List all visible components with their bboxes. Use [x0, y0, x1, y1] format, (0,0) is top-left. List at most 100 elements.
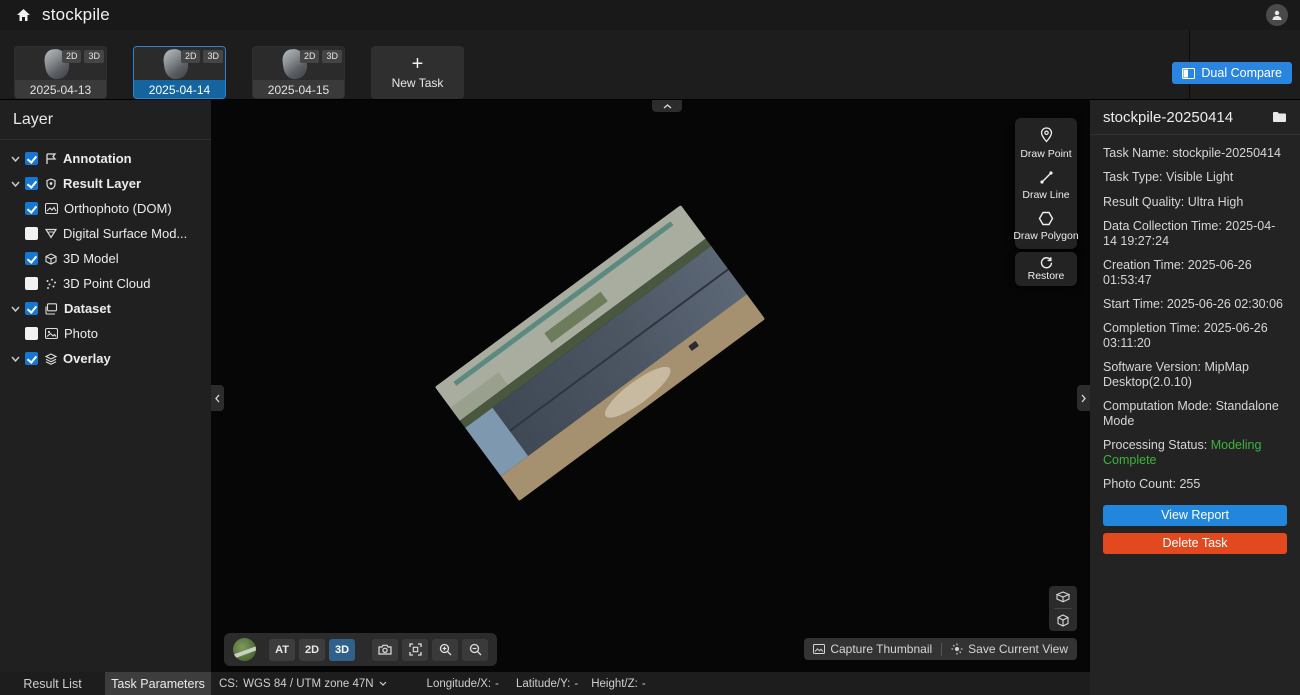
- hexagon-icon: [1038, 211, 1054, 226]
- task-date-label: 2025-04-15: [253, 80, 344, 99]
- pin-icon: [1039, 127, 1054, 144]
- tree-row-result-layer[interactable]: Result Layer: [0, 171, 211, 196]
- map-viewport[interactable]: Draw Point Draw Line Draw Polygon Restor…: [211, 100, 1090, 672]
- detail-software-version: Software Version: MipMap Desktop(2.0.10): [1103, 360, 1287, 390]
- view-mode-at-button[interactable]: AT: [269, 639, 295, 661]
- layer-label: Overlay: [63, 351, 111, 366]
- chevron-down-icon[interactable]: [8, 156, 22, 162]
- capture-thumbnail-button[interactable]: Capture Thumbnail: [813, 642, 932, 656]
- app-window: stockpile 2D 3D 2025-04-13: [0, 0, 1300, 695]
- collapse-top-strip-button[interactable]: [652, 100, 682, 112]
- tab-result-list[interactable]: Result List: [0, 672, 105, 695]
- cs-value: WGS 84 / UTM zone 47N: [243, 678, 373, 690]
- tree-row-annotation[interactable]: Annotation: [0, 146, 211, 171]
- minimap-thumbnail-button[interactable]: [233, 638, 256, 661]
- restore-label: Restore: [1028, 270, 1065, 282]
- view-cube-panel: [1049, 586, 1077, 631]
- coordinate-system-dropdown[interactable]: CS: WGS 84 / UTM zone 47N: [219, 678, 387, 690]
- overlay-checkbox[interactable]: [25, 352, 38, 365]
- tree-row-3d-model[interactable]: 3D Model: [0, 246, 211, 271]
- map-toolbar: AT 2D 3D: [224, 633, 497, 666]
- layer-label: 3D Point Cloud: [63, 276, 150, 291]
- line-icon: [1039, 170, 1054, 185]
- zoom-out-icon: [469, 643, 482, 656]
- annotation-checkbox[interactable]: [25, 152, 38, 165]
- cube-view-button[interactable]: [1049, 609, 1077, 631]
- point-cloud-checkbox[interactable]: [25, 277, 38, 290]
- flag-icon: [45, 153, 57, 165]
- collapse-right-panel-button[interactable]: [1077, 385, 1090, 411]
- photo-checkbox[interactable]: [25, 327, 38, 340]
- tree-row-photo[interactable]: Photo: [0, 321, 211, 346]
- home-button[interactable]: [12, 4, 34, 26]
- layer-label: Dataset: [64, 301, 111, 316]
- chevron-down-icon[interactable]: [8, 181, 22, 187]
- result-layer-checkbox[interactable]: [25, 177, 38, 190]
- task-date-label: 2025-04-13: [15, 80, 106, 99]
- chevron-down-icon[interactable]: [8, 306, 22, 312]
- zoom-in-button[interactable]: [432, 639, 458, 661]
- orthophoto-checkbox[interactable]: [25, 202, 38, 215]
- zoom-out-button[interactable]: [462, 639, 488, 661]
- screenshot-button[interactable]: [372, 639, 398, 661]
- badge-group: 2D 3D: [300, 50, 342, 63]
- layer-tree: Annotation Result Layer Orthophoto (DOM)…: [0, 140, 211, 371]
- badge-group: 2D 3D: [62, 50, 104, 63]
- dual-compare-button[interactable]: Dual Compare: [1172, 62, 1292, 84]
- thumbnail-image-icon: [813, 644, 825, 654]
- point-cloud-icon: [45, 278, 57, 290]
- open-folder-button[interactable]: [1272, 111, 1287, 123]
- task-card-2025-04-14-selected[interactable]: 2D 3D 2025-04-14: [133, 46, 226, 99]
- collapse-left-panel-button[interactable]: [211, 385, 224, 411]
- layer-label: Digital Surface Mod...: [63, 226, 187, 241]
- draw-polygon-button[interactable]: Draw Polygon: [1015, 211, 1077, 242]
- view-mode-group: AT 2D 3D: [269, 639, 355, 661]
- restore-button[interactable]: Restore: [1015, 252, 1077, 286]
- separator: [941, 643, 942, 656]
- tree-row-dataset[interactable]: Dataset: [0, 296, 211, 321]
- task-thumbnail: 2D 3D: [134, 47, 225, 80]
- restore-icon: [1040, 256, 1053, 269]
- chevron-down-icon[interactable]: [8, 356, 22, 362]
- model-3d-checkbox[interactable]: [25, 252, 38, 265]
- view-report-button[interactable]: View Report: [1103, 505, 1287, 526]
- dual-compare-label: Dual Compare: [1201, 66, 1282, 80]
- detail-data-collection-time: Data Collection Time: 2025-04-14 19:27:2…: [1103, 219, 1287, 249]
- layer-panel-title: Layer: [0, 100, 211, 140]
- new-task-button[interactable]: + New Task: [371, 46, 464, 99]
- detail-task-type: Task Type: Visible Light: [1103, 170, 1287, 185]
- capture-bar: Capture Thumbnail Save Current View: [804, 638, 1077, 660]
- save-current-view-button[interactable]: Save Current View: [951, 642, 1068, 656]
- task-strip: 2D 3D 2025-04-13 2D 3D 2025-04-14: [0, 30, 1300, 100]
- flat-cube-view-button[interactable]: [1049, 586, 1077, 608]
- draw-line-button[interactable]: Draw Line: [1015, 170, 1077, 201]
- dataset-checkbox[interactable]: [25, 302, 38, 315]
- task-detail-list: Task Name: stockpile-20250414 Task Type:…: [1090, 135, 1300, 554]
- view-mode-2d-button[interactable]: 2D: [299, 639, 325, 661]
- bottom-bar: Result List Task Parameters CS: WGS 84 /…: [0, 672, 1090, 695]
- view-mode-3d-button[interactable]: 3D: [329, 639, 355, 661]
- detail-result-quality: Result Quality: Ultra High: [1103, 195, 1287, 210]
- cs-label: CS:: [219, 678, 238, 690]
- task-card-2025-04-15[interactable]: 2D 3D 2025-04-15: [252, 46, 345, 99]
- zoom-in-icon: [439, 643, 452, 656]
- tree-row-dsm[interactable]: Digital Surface Mod...: [0, 221, 211, 246]
- badge-2d: 2D: [181, 50, 201, 63]
- draw-point-label: Draw Point: [1020, 148, 1071, 160]
- tree-row-overlay[interactable]: Overlay: [0, 346, 211, 371]
- tree-row-3d-point-cloud[interactable]: 3D Point Cloud: [0, 271, 211, 296]
- user-icon: [1271, 9, 1283, 21]
- draw-point-button[interactable]: Draw Point: [1015, 127, 1077, 160]
- fit-view-button[interactable]: [402, 639, 428, 661]
- dsm-checkbox[interactable]: [25, 227, 38, 240]
- badge-2d: 2D: [62, 50, 82, 63]
- task-card-2025-04-13[interactable]: 2D 3D 2025-04-13: [14, 46, 107, 99]
- delete-task-button[interactable]: Delete Task: [1103, 533, 1287, 554]
- task-thumbnail: 2D 3D: [15, 47, 106, 80]
- tab-task-parameters[interactable]: Task Parameters: [105, 672, 211, 695]
- layers-icon: [45, 353, 57, 365]
- chevron-right-icon: [1081, 394, 1086, 403]
- tree-row-orthophoto[interactable]: Orthophoto (DOM): [0, 196, 211, 221]
- user-avatar-button[interactable]: [1266, 4, 1288, 26]
- save-current-view-label: Save Current View: [968, 642, 1068, 656]
